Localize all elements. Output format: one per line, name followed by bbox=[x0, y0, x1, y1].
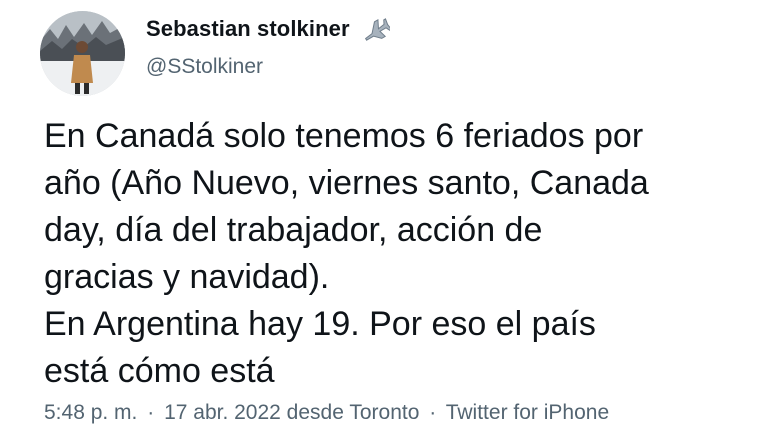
separator: · bbox=[147, 401, 155, 424]
separator: · bbox=[429, 401, 437, 424]
tweet-source[interactable]: Twitter for iPhone bbox=[446, 401, 609, 424]
airplane-icon bbox=[358, 15, 390, 43]
tweet-card: Sebastian stolkiner @SStolkiner En Canad… bbox=[0, 0, 768, 445]
tweet-date-location[interactable]: 17 abr. 2022 desde Toronto bbox=[164, 401, 419, 424]
user-handle[interactable]: @SStolkiner bbox=[146, 55, 263, 79]
display-name[interactable]: Sebastian stolkiner bbox=[146, 16, 350, 42]
tweet-metadata: 5:48 p. m. · 17 abr. 2022 desde Toronto … bbox=[44, 401, 609, 425]
profile-photo-icon bbox=[40, 11, 125, 96]
avatar[interactable] bbox=[40, 11, 125, 96]
tweet-text: En Canadá solo tenemos 6 feriados por añ… bbox=[44, 117, 649, 390]
name-row: Sebastian stolkiner bbox=[146, 15, 390, 43]
tweet-time[interactable]: 5:48 p. m. bbox=[44, 401, 137, 424]
